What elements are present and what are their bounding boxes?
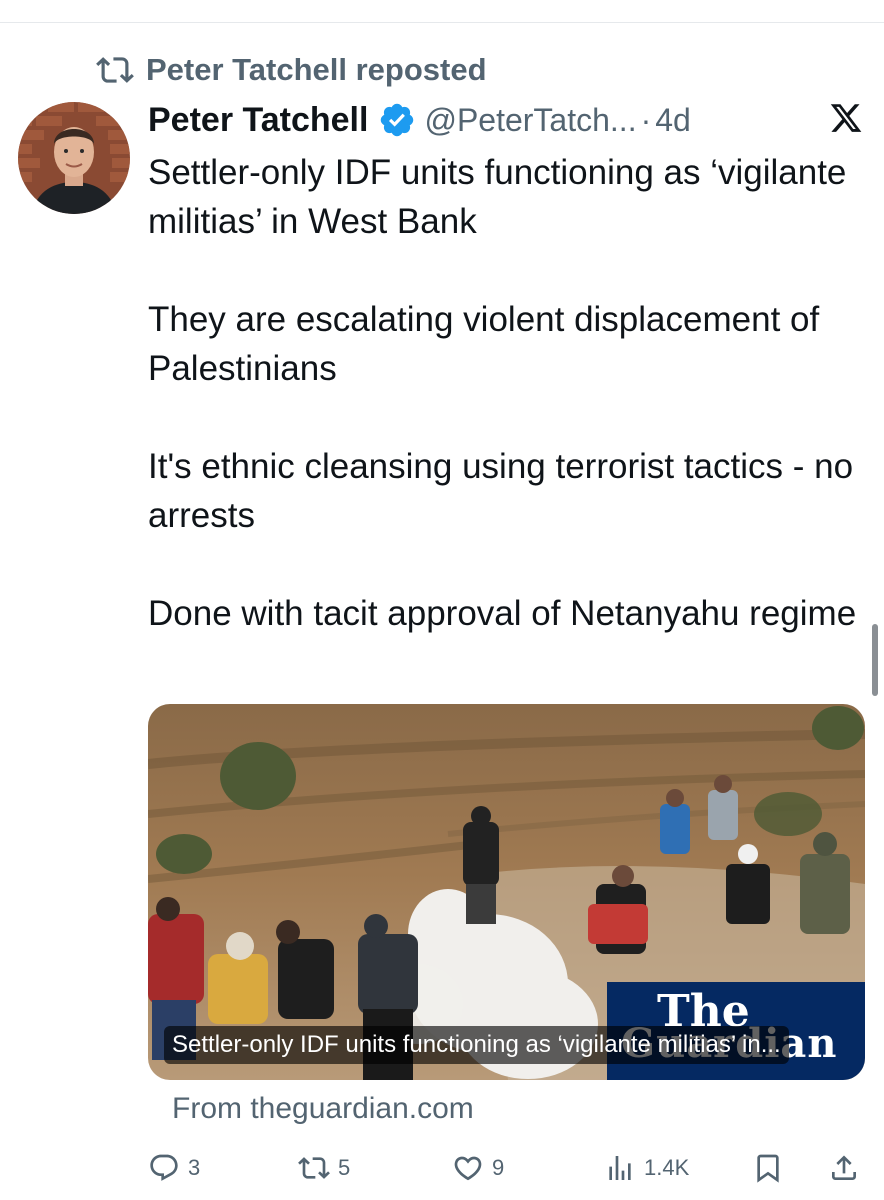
top-divider <box>0 22 884 23</box>
verified-badge-icon[interactable] <box>378 101 416 139</box>
views-button[interactable]: 1.4K <box>604 1148 689 1188</box>
view-count: 1.4K <box>644 1155 690 1180</box>
tweet-text: Settler-only IDF units functioning as ‘v… <box>148 148 868 638</box>
bookmark-button[interactable] <box>752 1148 784 1188</box>
tweet-paragraph: It's ethnic cleansing using terrorist ta… <box>148 447 854 535</box>
tweet-paragraph: Done with tacit approval of Netanyahu re… <box>148 594 857 633</box>
share-icon <box>832 1155 856 1180</box>
reply-count: 3 <box>188 1155 201 1180</box>
views-chart-icon <box>609 1156 631 1180</box>
x-logo-icon <box>830 104 862 132</box>
repost-button[interactable]: 5 <box>298 1148 350 1188</box>
tweet-header: Peter Tatchell @PeterTatch... · 4d <box>148 96 868 144</box>
reply-icon <box>150 1154 178 1181</box>
repost-count: 5 <box>338 1155 351 1180</box>
like-count: 9 <box>492 1155 505 1180</box>
action-bar: 3 5 9 1.4K <box>148 1148 868 1188</box>
card-source[interactable]: From theguardian.com <box>172 1092 474 1126</box>
repost-label: Peter Tatchell reposted <box>146 52 487 87</box>
like-button[interactable]: 9 <box>452 1148 504 1188</box>
share-button[interactable] <box>828 1148 860 1188</box>
reply-button[interactable]: 3 <box>148 1148 200 1188</box>
avatar[interactable] <box>18 102 130 214</box>
repost-icon <box>298 1157 330 1179</box>
author-name[interactable]: Peter Tatchell <box>148 101 368 140</box>
repost-icon <box>96 57 134 83</box>
card-caption: Settler-only IDF units functioning as ‘v… <box>164 1026 789 1064</box>
separator-dot: · <box>640 101 652 138</box>
timestamp[interactable]: 4d <box>655 102 691 139</box>
heart-icon <box>454 1156 482 1181</box>
tweet-paragraph: Settler-only IDF units functioning as ‘v… <box>148 153 847 241</box>
tweet-paragraph: They are escalating violent displacement… <box>148 300 820 388</box>
scrollbar[interactable] <box>872 624 878 696</box>
link-card[interactable]: The Guardian Settler-only IDF units func… <box>148 704 865 1080</box>
bookmark-icon <box>757 1154 779 1183</box>
author-handle[interactable]: @PeterTatch... <box>424 102 636 139</box>
repost-indicator[interactable]: Peter Tatchell reposted <box>96 50 487 90</box>
